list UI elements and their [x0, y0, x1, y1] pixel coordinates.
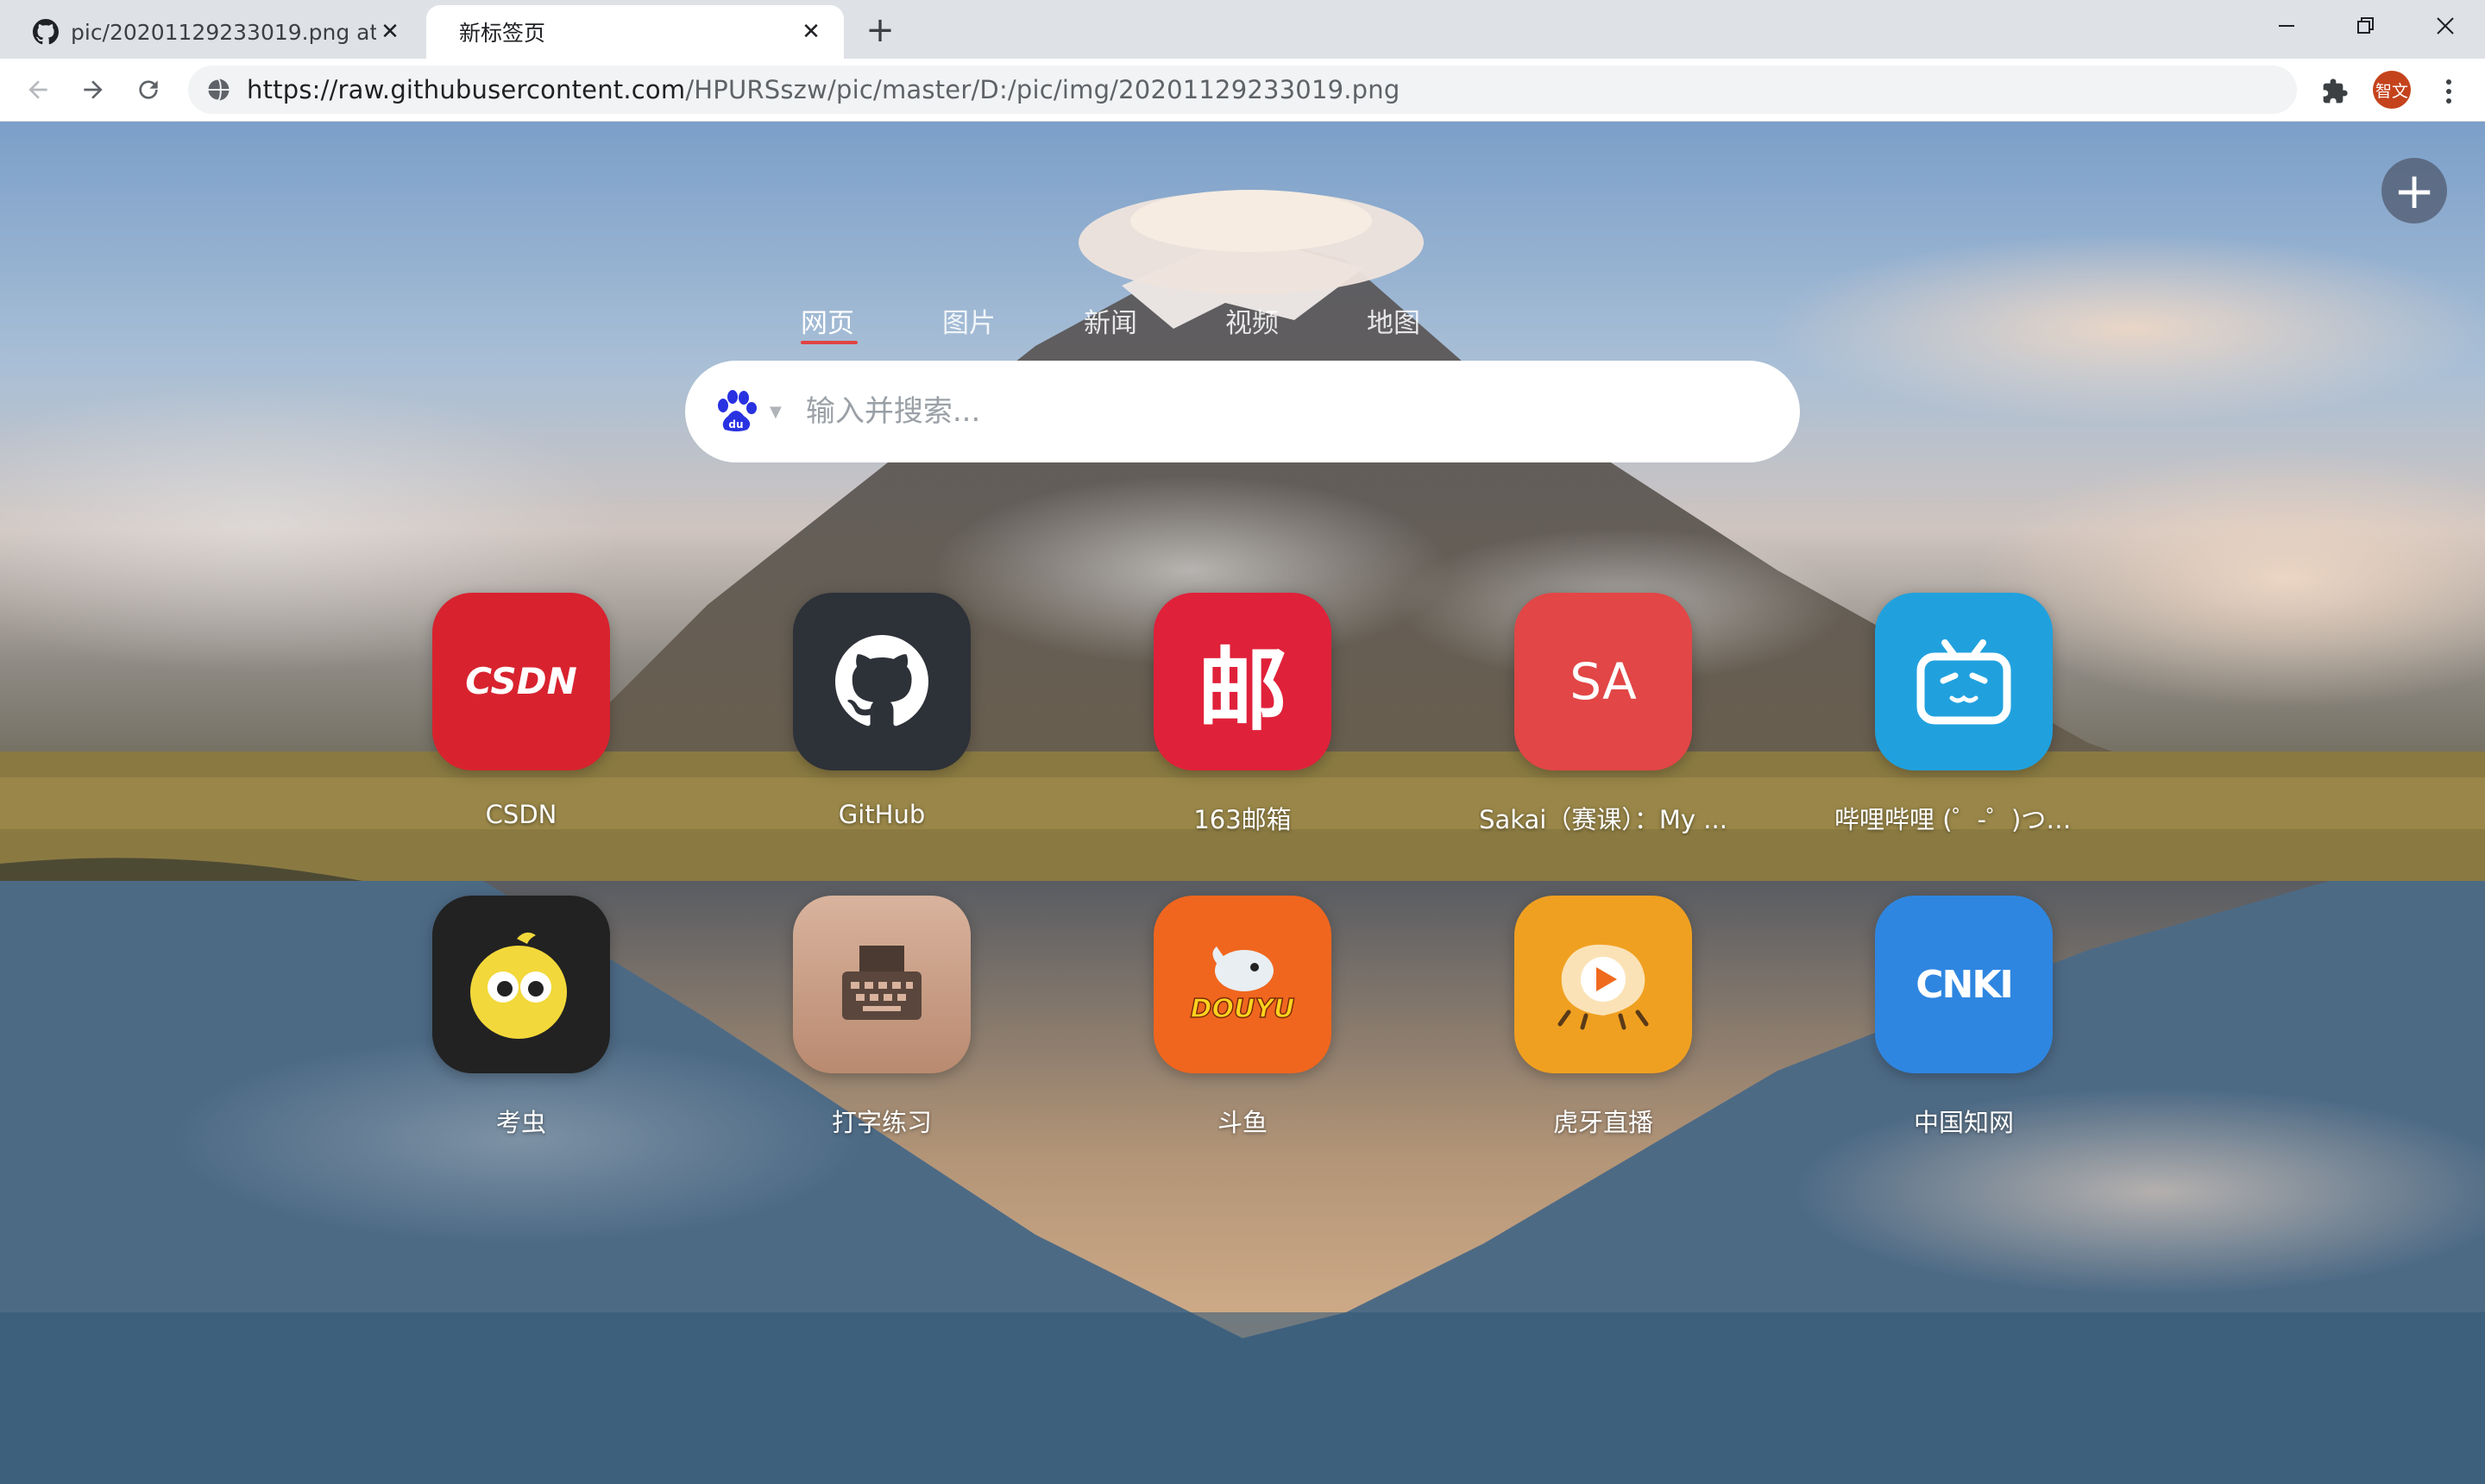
shortcut-bilibili[interactable]: 哔哩哔哩 (゜-゜)つロ... [1834, 593, 2093, 843]
kaochong-bird-icon [432, 896, 610, 1073]
shortcut-github[interactable]: GitHub [752, 593, 1011, 843]
menu-kebab-icon[interactable] [2432, 74, 2466, 109]
search-tab-video[interactable]: 视频 [1225, 301, 1367, 344]
shortcut-label: 中国知网 [1913, 1108, 2014, 1137]
close-icon[interactable] [2407, 3, 2483, 48]
address-bar[interactable]: https://raw.githubusercontent.com/HPURSs… [188, 66, 2297, 114]
extensions-icon[interactable] [2318, 74, 2352, 109]
minimize-icon[interactable] [2249, 3, 2325, 48]
shortcut-typing-practice[interactable]: 打字练习 [752, 896, 1011, 1146]
tab-strip: pic/20201129233019.png at m ✕ 新标签页 ✕ + [0, 0, 2485, 59]
shortcut-label: 哔哩哔哩 (゜-゜)つロ... [1834, 805, 2093, 834]
forward-icon[interactable] [74, 71, 112, 109]
shortcut-163-mail[interactable]: 邮 163邮箱 [1113, 593, 1372, 843]
shortcut-csdn[interactable]: CSDN CSDN [392, 593, 651, 843]
shortcut-label: 斗鱼 [1217, 1108, 1268, 1137]
tab-github[interactable]: pic/20201129233019.png at m ✕ [0, 5, 423, 59]
url-path: /HPURSszw/pic/master/D:/pic/img/20201129… [685, 75, 1400, 104]
shortcut-label: Sakai（赛课）：My ... [1479, 805, 1727, 834]
browser-toolbar: https://raw.githubusercontent.com/HPURSs… [0, 59, 2485, 122]
shortcut-label: 虎牙直播 [1552, 1108, 1653, 1137]
svg-text:CNKI: CNKI [1916, 963, 2012, 1007]
shortcut-sakai[interactable]: SA Sakai（赛课）：My ... [1474, 593, 1733, 843]
chevron-down-icon[interactable]: ▼ [770, 403, 782, 421]
back-icon[interactable] [19, 71, 57, 109]
tab-new-tab[interactable]: 新标签页 ✕ [426, 5, 844, 59]
csdn-icon: CSDN [432, 593, 610, 770]
github-icon [793, 593, 971, 770]
reload-icon[interactable] [129, 71, 167, 109]
typewriter-icon [793, 896, 971, 1073]
tab-title: pic/20201129233019.png at m [71, 19, 376, 45]
mail-163-icon: 邮 [1154, 593, 1331, 770]
shortcut-douyu[interactable]: DOUYU 斗鱼 [1113, 896, 1372, 1146]
shortcut-label: CSDN [485, 800, 557, 829]
shortcut-label: GitHub [838, 800, 926, 829]
search-category-tabs: 网页 图片 新闻 视频 地图 [801, 301, 1508, 344]
new-tab-page: + 网页 图片 新闻 视频 地图 du ▼ CSDN CSDN [0, 122, 2485, 1484]
github-icon [33, 19, 59, 45]
svg-text:du: du [728, 418, 743, 431]
globe-info-icon[interactable] [205, 77, 231, 103]
sakai-icon: SA [1514, 593, 1692, 770]
douyu-fish-icon: DOUYU [1154, 896, 1331, 1073]
bilibili-tv-icon [1875, 593, 2053, 770]
shortcut-label: 163邮箱 [1193, 805, 1292, 834]
baidu-paw-icon[interactable]: du [711, 387, 761, 437]
tab-close-button[interactable]: ✕ [376, 19, 404, 45]
shortcut-huya[interactable]: 虎牙直播 [1474, 896, 1733, 1146]
shortcut-cnki[interactable]: CNKI 中国知网 [1834, 896, 2093, 1146]
url-host: https://raw.githubusercontent.com [247, 75, 686, 104]
tab-close-button[interactable]: ✕ [797, 19, 825, 45]
search-tab-images[interactable]: 图片 [942, 301, 1084, 344]
shortcut-label: 考虫 [495, 1108, 546, 1137]
shortcut-label: 打字练习 [831, 1108, 932, 1137]
search-input[interactable] [803, 393, 1757, 430]
cnki-icon: CNKI [1875, 896, 2053, 1073]
restore-icon[interactable] [2328, 3, 2404, 48]
profile-avatar[interactable]: 智文 [2373, 71, 2411, 109]
new-tab-button[interactable]: + [861, 10, 899, 50]
svg-text:CSDN: CSDN [465, 660, 577, 702]
tab-title: 新标签页 [459, 21, 546, 46]
search-tab-news[interactable]: 新闻 [1084, 301, 1225, 344]
search-tab-web[interactable]: 网页 [801, 301, 942, 344]
huya-mascot-icon [1514, 896, 1692, 1073]
url-text: https://raw.githubusercontent.com/HPURSs… [247, 75, 1400, 104]
shortcut-kaochong[interactable]: 考虫 [392, 896, 651, 1146]
svg-text:DOUYU: DOUYU [1191, 994, 1295, 1024]
search-tab-map[interactable]: 地图 [1367, 301, 1508, 344]
search-box: du ▼ [685, 361, 1800, 462]
add-shortcut-button[interactable]: + [2381, 158, 2447, 223]
